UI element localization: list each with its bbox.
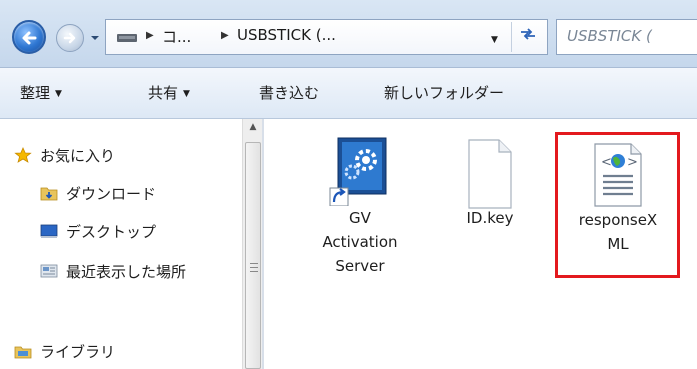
breadcrumb-arrow-icon[interactable]: ▶ (221, 30, 229, 41)
address-dropdown-icon[interactable]: ▼ (491, 35, 498, 45)
drive-icon (117, 34, 137, 42)
burn-button[interactable]: 書き込む (259, 82, 319, 103)
search-input[interactable]: USBSTICK ( (567, 27, 652, 45)
forward-button[interactable] (56, 24, 84, 52)
nav-item-label: 最近表示した場所 (66, 263, 187, 281)
breadcrumb-arrow-icon[interactable]: ▶ (146, 30, 154, 41)
nav-item-label: お気に入り (40, 147, 116, 165)
recent-places-icon (40, 264, 58, 278)
scroll-up-arrow-icon[interactable]: ▲ (243, 119, 263, 136)
command-bar: 整理 ▼ 共有 ▼ 書き込む 新しいフォルダー (0, 68, 697, 119)
recent-pages-dropdown-icon[interactable] (89, 33, 101, 43)
chevron-down-icon: ▼ (55, 89, 62, 99)
pane-splitter[interactable] (262, 119, 264, 369)
star-icon (14, 147, 32, 163)
refresh-button[interactable] (516, 26, 540, 48)
file-name-line: Server (335, 257, 385, 275)
address-box[interactable]: ▶ コ... ▶ USBSTICK (... ▼ (105, 19, 548, 55)
scroll-thumb[interactable] (245, 142, 261, 369)
scroll-grip-icon (250, 263, 258, 272)
refresh-icon (521, 28, 535, 40)
nav-pane-scrollbar[interactable]: ▲ (242, 119, 262, 369)
file-name-line: GV (349, 209, 371, 227)
address-toolbar: ▶ コ... ▶ USBSTICK (... ▼ USBSTICK ( (0, 0, 697, 68)
share-label: 共有 (148, 84, 179, 102)
back-button[interactable] (12, 20, 46, 54)
chevron-down-icon: ▼ (183, 89, 190, 99)
downloads-folder-icon (40, 187, 58, 201)
blank-file-icon (468, 139, 512, 209)
organize-label: 整理 (20, 84, 51, 102)
breadcrumb-usbstick[interactable]: USBSTICK (... (237, 26, 336, 44)
share-menu[interactable]: 共有 ▼ (148, 82, 190, 103)
nav-item-label: ライブラリ (40, 343, 116, 361)
navigation-pane: お気に入り ダウンロード デスクトップ 最近表示した場所 ライブラリ (0, 119, 240, 369)
file-item-id-key[interactable]: ID.key (438, 134, 542, 230)
forward-arrow-icon (63, 32, 76, 44)
nav-item-label: ダウンロード (66, 185, 157, 203)
shortcut-app-icon (329, 137, 387, 206)
file-name-line: Activation (322, 233, 398, 251)
address-divider (511, 22, 512, 52)
selection-highlight-box (555, 132, 680, 278)
new-folder-button[interactable]: 新しいフォルダー (384, 82, 504, 103)
file-item-gv-activation-server[interactable]: GV Activation Server (290, 134, 430, 278)
organize-menu[interactable]: 整理 ▼ (20, 82, 62, 103)
file-name-line: ID.key (466, 209, 514, 227)
nav-item-label: デスクトップ (66, 223, 157, 241)
search-box[interactable]: USBSTICK ( (556, 19, 697, 55)
libraries-icon (14, 346, 32, 359)
breadcrumb-computer[interactable]: コ... (162, 26, 191, 47)
desktop-icon (40, 224, 58, 238)
back-arrow-icon (22, 31, 37, 45)
